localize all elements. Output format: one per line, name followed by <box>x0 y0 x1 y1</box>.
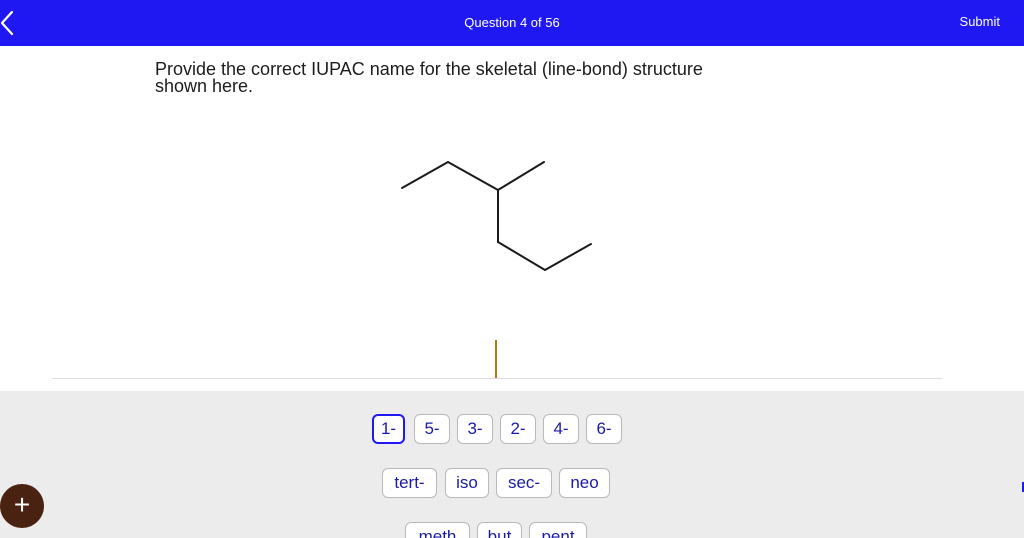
top-bar: Question 4 of 56 Submit <box>0 0 1024 46</box>
key-locant-1[interactable]: 1- <box>372 414 405 444</box>
key-prefix-iso[interactable]: iso <box>445 468 489 498</box>
key-locant-3[interactable]: 3- <box>457 414 493 444</box>
key-locant-4[interactable]: 4- <box>543 414 579 444</box>
question-prompt: Provide the correct IUPAC name for the s… <box>155 59 815 96</box>
skeletal-structure <box>401 161 592 271</box>
key-prefix-neo[interactable]: neo <box>559 468 610 498</box>
text-cursor <box>495 340 497 378</box>
key-prefix-tert[interactable]: tert- <box>382 468 437 498</box>
key-locant-2[interactable]: 2- <box>500 414 536 444</box>
question-screen: Question 4 of 56 Submit Provide the corr… <box>0 0 1024 538</box>
key-root-but[interactable]: but <box>477 522 522 538</box>
bond-3 <box>497 161 545 191</box>
key-locant-5[interactable]: 5- <box>414 414 450 444</box>
submit-button[interactable]: Submit <box>960 14 1000 29</box>
key-locant-6[interactable]: 6- <box>586 414 622 444</box>
key-root-pent[interactable]: pent <box>529 522 587 538</box>
answer-field-underline[interactable] <box>52 378 942 379</box>
key-root-meth[interactable]: meth <box>405 522 470 538</box>
answer-keypad: 1- 5- 3- 2- 4- 6- tert- iso sec- neo met… <box>0 391 1024 538</box>
bond-6 <box>544 243 592 271</box>
bond-5 <box>497 241 546 271</box>
bond-2 <box>447 161 499 191</box>
prompt-line-2: shown here. <box>155 76 254 96</box>
prompt-line-1: Provide the correct IUPAC name for the s… <box>155 59 703 79</box>
bond-1 <box>401 161 449 189</box>
key-prefix-sec[interactable]: sec- <box>496 468 552 498</box>
add-plus-button[interactable]: + <box>0 484 44 528</box>
question-counter: Question 4 of 56 <box>464 15 560 30</box>
